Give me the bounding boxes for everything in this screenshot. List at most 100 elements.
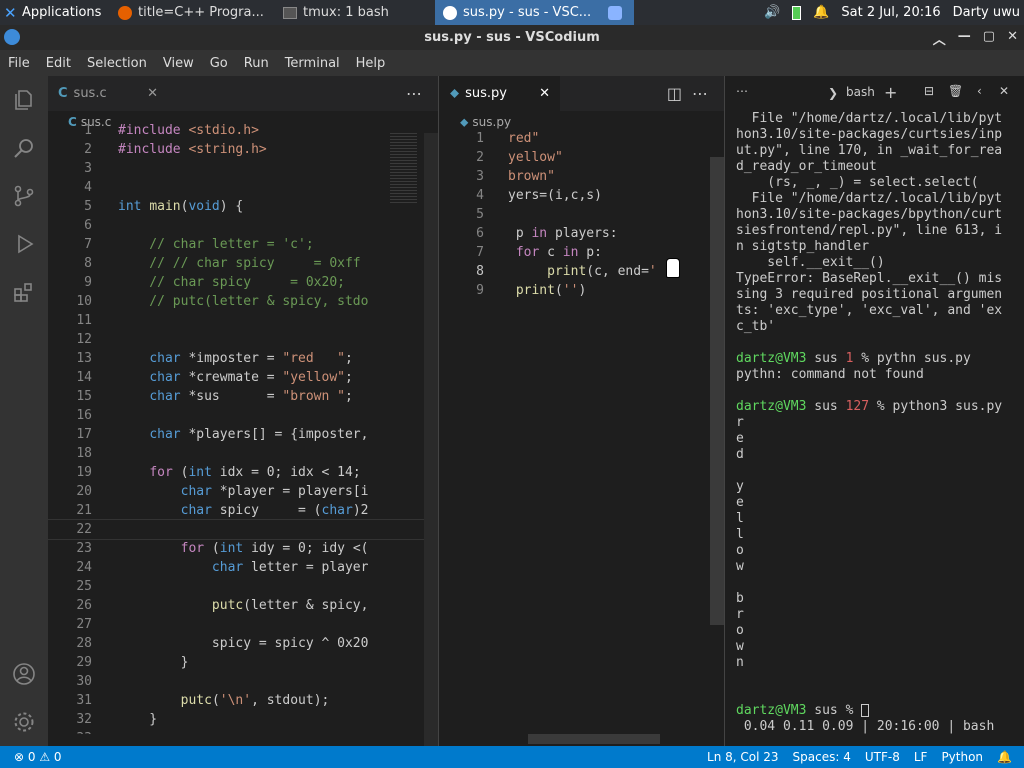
shade-icon[interactable]: ︿ [933,29,946,48]
code-line[interactable]: 5 [440,205,724,224]
code-line[interactable]: 30 [48,672,438,691]
close-tab-icon[interactable]: ✕ [147,86,158,101]
task-tmux[interactable]: tmux: 1 bash [275,0,435,25]
code-line[interactable]: 11 [48,311,438,330]
scrollbar[interactable] [710,157,724,625]
code-line[interactable]: 4 yers=(i,c,s) [440,186,724,205]
code-line[interactable]: 7 for c in p: [440,243,724,262]
applications-menu[interactable]: ✕ Applications [0,0,110,25]
code-line[interactable]: 1 #include <stdio.h> [48,121,438,140]
menu-selection[interactable]: Selection [79,56,155,71]
code-line[interactable]: 8 // // char spicy = 0xff [48,254,438,273]
breadcrumb-file[interactable]: sus.py [472,115,511,129]
search-icon[interactable] [12,136,36,160]
menu-file[interactable]: File [0,56,38,71]
language-mode[interactable]: Python [941,750,983,764]
code-line[interactable]: 16 [48,406,438,425]
code-line[interactable]: 21 char spicy = (char)2 [48,501,438,520]
code-line[interactable]: 5 int main(void) { [48,197,438,216]
tab-sus-c[interactable]: C sus.c ✕ [48,76,168,111]
tab-sus-py[interactable]: ⬥ sus.py ✕ [440,76,560,111]
code-line[interactable]: 14 char *crewmate = "yellow"; [48,368,438,387]
code-line[interactable]: 2 yellow" [440,148,724,167]
clock[interactable]: Sat 2 Jul, 20:16 [841,5,940,20]
code-line[interactable]: 10 // putc(letter & spicy, stdo [48,292,438,311]
code-line[interactable]: 33 [48,729,438,734]
source-control-icon[interactable] [12,184,36,208]
scrollbar[interactable] [424,133,438,746]
menu-help[interactable]: Help [348,56,394,71]
code-line[interactable]: 2 #include <string.h> [48,140,438,159]
run-debug-icon[interactable] [12,232,36,256]
code-area[interactable]: 1 #include <stdio.h> 2 #include <string.h> 3… [48,121,438,734]
code-line[interactable]: 25 [48,577,438,596]
task-settings[interactable] [600,0,634,25]
code-line[interactable]: 23 for (int idy = 0; idy <( [48,539,438,558]
code-line[interactable]: 9 // char spicy = 0x20; [48,273,438,292]
code-line[interactable]: 29 } [48,653,438,672]
code-line[interactable]: 32 } [48,710,438,729]
menu-run[interactable]: Run [236,56,277,71]
code-line[interactable]: 6 p in players: [440,224,724,243]
more-actions-icon[interactable]: ⋯ [736,84,748,98]
split-terminal-icon[interactable]: ⊟ [924,84,934,98]
close-icon[interactable]: ✕ [999,84,1009,98]
maximize-icon[interactable]: ▢ [983,29,995,48]
code-line[interactable]: 19 for (int idx = 0; idx < 14; [48,463,438,482]
terminal-icon [283,6,297,19]
code-line[interactable]: 18 [48,444,438,463]
more-actions-icon[interactable]: ⋯ [692,84,708,103]
code-line[interactable]: 1 red" [440,129,724,148]
menu-edit[interactable]: Edit [38,56,79,71]
close-window-icon[interactable]: ✕ [1007,29,1018,48]
battery-icon[interactable] [792,5,802,20]
code-line[interactable]: 3 brown" [440,167,724,186]
explorer-icon[interactable] [12,88,36,112]
indentation[interactable]: Spaces: 4 [793,750,851,764]
new-terminal-icon[interactable]: + [884,83,897,102]
code-line[interactable]: 12 [48,330,438,349]
code-line[interactable]: 6 [48,216,438,235]
terminal-output[interactable]: File "/home/dartz/.local/lib/pyt hon3.10/… [726,111,1024,735]
code-line[interactable]: 4 [48,178,438,197]
extensions-icon[interactable] [12,280,36,304]
notification-bell-icon[interactable]: 🔔 [813,5,829,20]
gear-icon[interactable] [12,710,36,734]
chevron-left-icon[interactable]: ‹ [977,84,982,98]
problems-indicator[interactable]: ⊗ 0 ⚠ 0 [0,750,62,764]
code-line[interactable]: 27 [48,615,438,634]
horizontal-scrollbar[interactable] [528,734,660,744]
menu-view[interactable]: View [155,56,202,71]
account-icon[interactable] [12,662,36,686]
user-name[interactable]: Darty uwu [953,5,1020,20]
trash-icon[interactable]: 🗑 [948,84,963,98]
code-line[interactable]: 31 putc('\n', stdout); [48,691,438,710]
code-line[interactable]: 9 print('') [440,281,724,300]
task-vscodium[interactable]: sus.py - sus - VSC... [435,0,600,25]
code-area[interactable]: 1 red" 2 yellow" 3 brown" 4 yers=(i,c,s) 5 6 p in… [440,129,724,742]
code-line[interactable]: 3 [48,159,438,178]
code-line[interactable]: 8 print(c, end=' [440,262,724,281]
code-line[interactable]: 20 char *player = players[i [48,482,438,501]
notification-bell-icon[interactable]: 🔔 [997,750,1012,764]
code-line[interactable]: 13 char *imposter = "red "; [48,349,438,368]
volume-icon[interactable]: 🔊 [764,5,780,20]
line-ending[interactable]: LF [914,750,928,764]
menu-terminal[interactable]: Terminal [277,56,348,71]
code-line[interactable]: 22 [48,519,438,540]
code-line[interactable]: 26 putc(letter & spicy, [48,596,438,615]
task-firefox[interactable]: title=C++ Progra... [110,0,275,25]
minimize-icon[interactable]: — [958,29,971,48]
cursor-position[interactable]: Ln 8, Col 23 [707,750,779,764]
split-editor-icon[interactable]: ◫ [667,84,682,103]
terminal-shell-label[interactable]: bash [846,85,875,99]
code-line[interactable]: 28 spicy = spicy ^ 0x20 [48,634,438,653]
more-actions-icon[interactable]: ⋯ [406,84,422,103]
code-line[interactable]: 24 char letter = player [48,558,438,577]
code-line[interactable]: 15 char *sus = "brown "; [48,387,438,406]
code-line[interactable]: 7 // char letter = 'c'; [48,235,438,254]
encoding[interactable]: UTF-8 [865,750,900,764]
close-tab-icon[interactable]: ✕ [539,86,550,101]
menu-go[interactable]: Go [202,56,236,71]
code-line[interactable]: 17 char *players[] = {imposter, [48,425,438,444]
